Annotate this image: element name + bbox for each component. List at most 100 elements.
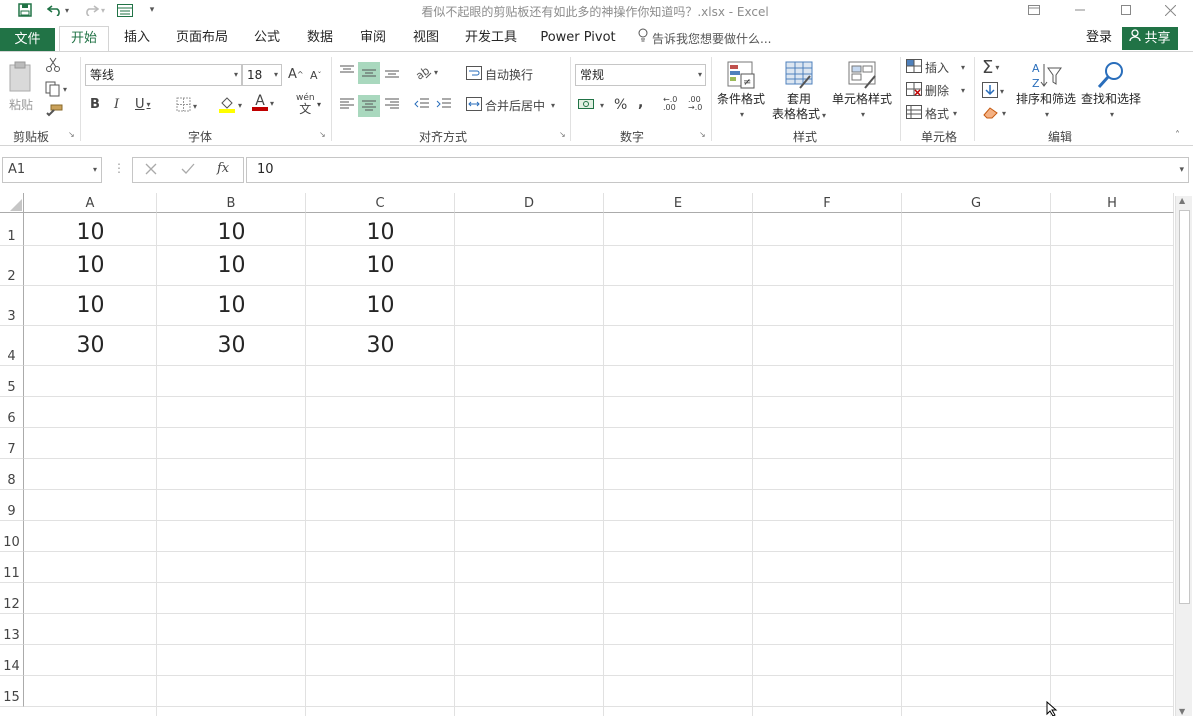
format-cells-button[interactable]: 格式 ▾ [906,105,957,122]
cut-icon[interactable] [45,57,61,73]
column-header-c[interactable]: C [306,193,455,213]
bold-button[interactable]: B [90,97,100,112]
increase-indent-icon[interactable] [436,97,452,111]
cell-c2[interactable]: 10 [306,246,455,286]
tab-home[interactable]: 开始 [59,26,109,51]
row-header-5[interactable]: 5 [0,366,24,397]
cancel-icon[interactable] [145,163,157,178]
customize-quick-access-icon[interactable]: ▾ [144,1,160,19]
tab-page-layout[interactable]: 页面布局 [168,26,236,51]
clipboard-dialog-launcher-icon[interactable]: ↘ [68,131,77,140]
row-header-15[interactable]: 15 [0,676,24,707]
redo-icon[interactable]: ▾ [80,1,108,19]
decrease-indent-icon[interactable] [414,97,430,111]
decrease-decimal-button[interactable]: .00 →.0 [688,96,708,112]
scroll-down-icon[interactable]: ▼ [1179,707,1185,716]
find-select-button[interactable]: 查找和选择 ▾ [1079,58,1143,122]
row-header-2[interactable]: 2 [0,246,24,286]
row-header-6[interactable]: 6 [0,397,24,428]
underline-button[interactable]: U ▾ [135,97,151,112]
row-header-1[interactable]: 1 [0,213,24,246]
tab-developer[interactable]: 开发工具 [458,26,524,51]
align-left-icon[interactable] [339,97,355,111]
cell-b2[interactable]: 10 [157,246,306,286]
fill-color-button[interactable]: ▾ [218,95,242,116]
chevron-down-icon[interactable]: ▾ [317,100,321,109]
save-icon[interactable] [14,1,36,19]
cell-styles-button[interactable]: 单元格样式 ▾ [831,58,893,122]
cell-a1[interactable]: 10 [24,213,157,246]
cell-b3[interactable]: 10 [157,286,306,326]
font-color-button[interactable]: A ▾ [252,94,274,111]
name-box[interactable]: A1 ▾ [2,157,102,183]
format-painter-icon[interactable] [45,104,63,118]
delete-cells-button[interactable]: 删除 ▾ [906,82,965,99]
cell-c4[interactable]: 30 [306,326,455,366]
row-header-12[interactable]: 12 [0,583,24,614]
cell-a3[interactable]: 10 [24,286,157,326]
borders-button[interactable]: ▾ [176,97,197,115]
scrollbar-thumb[interactable] [1179,210,1190,604]
shrink-font-button[interactable]: Aˇ [310,69,322,82]
column-header-d[interactable]: D [455,193,604,213]
conditional-formatting-button[interactable]: ≠ 条件格式 ▾ [714,58,768,122]
comma-button[interactable]: , [638,95,643,111]
close-icon[interactable] [1147,0,1193,20]
row-header-10[interactable]: 10 [0,521,24,552]
column-header-a[interactable]: A [24,193,157,213]
row-header-14[interactable]: 14 [0,645,24,676]
align-bottom-icon[interactable] [384,64,400,78]
format-as-table-button[interactable]: 套用 表格格式 ▾ [770,58,828,123]
alignment-dialog-launcher-icon[interactable]: ↘ [559,131,568,140]
share-button[interactable]: 共享 [1122,27,1178,50]
align-center-icon[interactable] [358,95,380,117]
maximize-icon[interactable] [1103,0,1149,20]
form-icon[interactable] [114,1,136,19]
copy-icon[interactable]: ▾ [45,81,67,97]
font-name-select[interactable]: 等线 ▾ [85,64,242,86]
tab-data[interactable]: 数据 [300,26,340,51]
cell-a2[interactable]: 10 [24,246,157,286]
insert-function-icon[interactable]: fx [217,161,229,176]
cell-c1[interactable]: 10 [306,213,455,246]
row-header-4[interactable]: 4 [0,326,24,366]
cell-a4[interactable]: 30 [24,326,157,366]
sort-filter-button[interactable]: AZ 排序和筛选 ▾ [1015,58,1077,122]
row-header-11[interactable]: 11 [0,552,24,583]
vertical-scrollbar[interactable]: ▲ ▼ [1175,196,1192,716]
align-right-icon[interactable] [384,97,400,111]
cell-c3[interactable]: 10 [306,286,455,326]
tab-view[interactable]: 视图 [406,26,446,51]
number-dialog-launcher-icon[interactable]: ↘ [699,131,708,140]
phonetic-guide-button[interactable]: wén 文 [296,94,315,116]
autosum-button[interactable]: Σ ▾ [982,57,999,78]
paste-button[interactable]: 粘贴 [4,58,38,118]
tab-formulas[interactable]: 公式 [247,26,287,51]
enter-check-icon[interactable] [181,163,195,178]
row-header-9[interactable]: 9 [0,490,24,521]
expand-formula-bar-icon[interactable]: ▾ [1179,158,1184,182]
font-dialog-launcher-icon[interactable]: ↘ [319,131,328,140]
row-header-7[interactable]: 7 [0,428,24,459]
fill-button[interactable]: ▾ [982,82,1004,101]
align-middle-icon[interactable] [358,62,380,84]
formula-input[interactable]: 10 ▾ [246,157,1189,183]
minimize-icon[interactable] [1057,0,1103,20]
tab-insert[interactable]: 插入 [116,26,158,51]
tab-power-pivot[interactable]: Power Pivot [536,26,620,51]
column-header-h[interactable]: H [1051,193,1174,213]
tab-review[interactable]: 审阅 [353,26,393,51]
collapse-ribbon-icon[interactable]: ˄ [1175,130,1180,141]
column-header-g[interactable]: G [902,193,1051,213]
scroll-up-icon[interactable]: ▲ [1179,196,1185,205]
percent-button[interactable]: % [614,97,627,113]
row-header-13[interactable]: 13 [0,614,24,645]
login-link[interactable]: 登录 [1082,26,1116,51]
tab-file[interactable]: 文件 [0,28,55,51]
align-top-icon[interactable] [339,64,355,78]
accounting-format-button[interactable]: ▾ [578,97,604,114]
wrap-text-button[interactable]: 自动换行 [466,66,533,83]
grow-font-button[interactable]: A ^ [288,67,304,82]
row-header-8[interactable]: 8 [0,459,24,490]
clear-button[interactable]: ▾ [982,105,1006,122]
